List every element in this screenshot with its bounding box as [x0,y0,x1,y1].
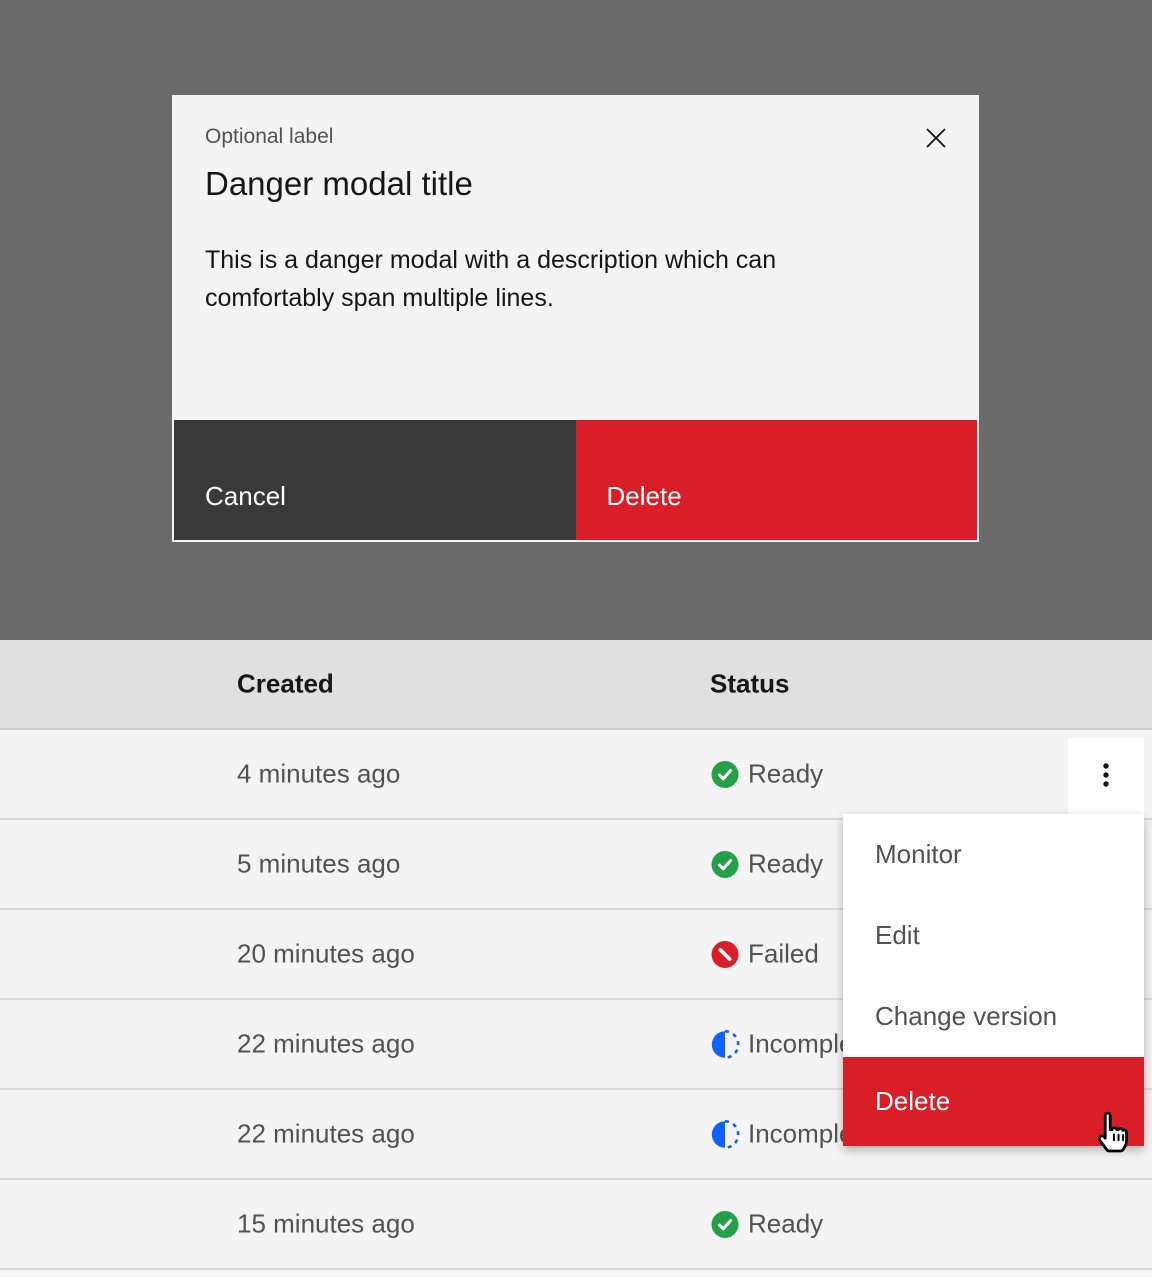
status-cell: Failed [710,939,819,970]
status-label: Failed [748,939,819,970]
menu-item-edit[interactable]: Edit [843,895,1144,976]
status-cell: Ready [710,849,823,880]
modal-description: This is a danger modal with a descriptio… [205,241,865,317]
close-icon [925,127,947,149]
status-ready-icon [710,849,740,879]
status-failed-icon [710,939,740,969]
overflow-menu-button[interactable] [1068,738,1144,814]
status-cell: Ready [710,1209,823,1240]
created-cell: 20 minutes ago [237,939,415,970]
created-cell: 5 minutes ago [237,849,400,880]
menu-item-change-version[interactable]: Change version [843,976,1144,1057]
delete-button[interactable]: Delete [576,420,978,540]
table-header: Created Status [0,640,1152,730]
modal-close-button[interactable] [907,109,965,167]
modal-optional-label: Optional label [205,125,333,149]
status-label: Ready [748,759,823,790]
table-row-partial [0,1270,1152,1277]
created-cell: 15 minutes ago [237,1209,415,1240]
modal-footer: Cancel Delete [174,420,977,540]
status-cell: Ready [710,759,823,790]
status-label: Ready [748,849,823,880]
table-row[interactable]: 4 minutes ago Ready [0,730,1152,820]
modal-title: Danger modal title [205,161,473,207]
created-cell: 22 minutes ago [237,1029,415,1060]
column-header-created: Created [237,669,334,700]
status-incomplete-icon [710,1119,740,1149]
overflow-menu-vertical-icon [1100,761,1112,791]
overflow-menu: Monitor Edit Change version Delete [843,814,1144,1146]
created-cell: 4 minutes ago [237,759,400,790]
modal-overlay: Optional label Danger modal title This i… [0,0,1152,640]
danger-modal: Optional label Danger modal title This i… [172,95,979,542]
status-ready-icon [710,1209,740,1239]
column-header-status: Status [710,669,789,700]
status-label: Ready [748,1209,823,1240]
menu-item-delete[interactable]: Delete [843,1057,1144,1146]
status-ready-icon [710,759,740,789]
created-cell: 22 minutes ago [237,1119,415,1150]
menu-item-monitor[interactable]: Monitor [843,814,1144,895]
status-incomplete-icon [710,1029,740,1059]
table-row[interactable]: 15 minutes ago Ready [0,1180,1152,1270]
cancel-button[interactable]: Cancel [174,420,576,540]
